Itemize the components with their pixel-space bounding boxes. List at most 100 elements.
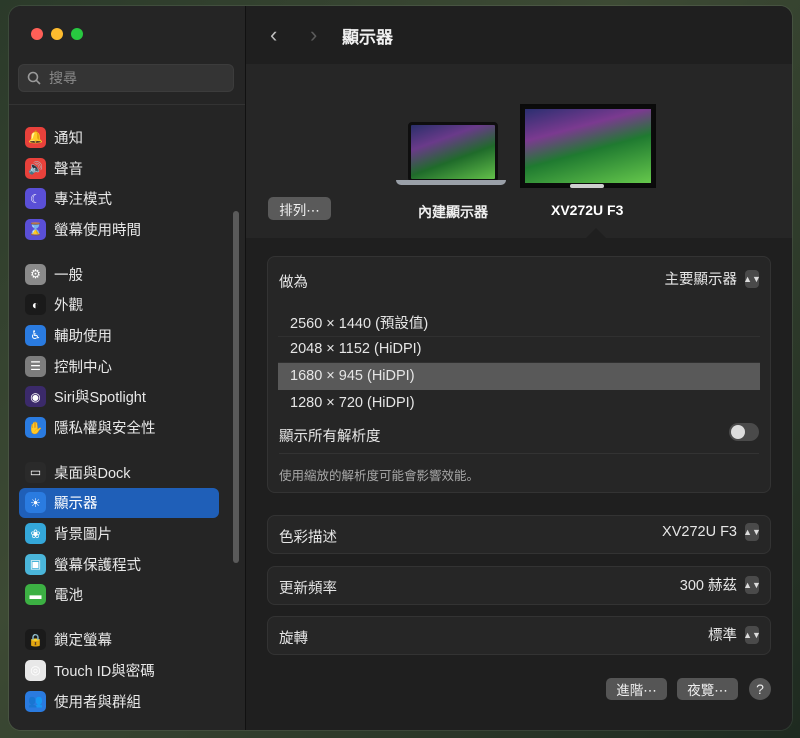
builtin-display-label[interactable]: 內建顯示器: [418, 202, 488, 222]
accessibility-icon: ♿: [25, 324, 46, 346]
sidebar-item[interactable]: ◎ Touch ID與密碼: [19, 655, 219, 686]
show-all-label: 顯示所有解析度: [279, 429, 381, 445]
sidebar-item[interactable]: ⚙ 一般: [19, 259, 219, 290]
sidebar-item-label: 隱私權與安全性: [54, 421, 156, 438]
moon-icon: ☾: [25, 188, 46, 210]
sidebar-divider: [9, 104, 245, 105]
wallpaper-icon: ❀: [25, 523, 46, 545]
toggle-knob: [731, 425, 745, 439]
users-icon: 👥: [25, 690, 46, 712]
minimize-button[interactable]: [51, 28, 63, 40]
scaling-note: 使用縮放的解析度可能會影響效能。: [279, 469, 480, 483]
use-as-row: 做為 主要顯示器 ▲▼: [279, 268, 761, 292]
sidebar-item[interactable]: ◉ Siri與Spotlight: [19, 382, 219, 413]
external-display-screen: [522, 106, 654, 186]
rotation-label: 旋轉: [279, 631, 308, 647]
refresh-rate-popup[interactable]: 300 赫茲 ▲▼: [679, 574, 761, 595]
sidebar-item-label: 聲音: [54, 161, 83, 178]
arrange-button[interactable]: 排列⋯: [268, 197, 331, 220]
rotation-value: 標準: [708, 628, 737, 644]
sidebar-item-label: 鎖定螢幕: [54, 633, 112, 650]
sidebar-item-label: 專注模式: [54, 192, 112, 209]
forward-button[interactable]: ›: [310, 22, 317, 48]
sidebar-item-label: 外觀: [54, 298, 83, 315]
back-button[interactable]: ‹: [270, 22, 277, 48]
search-field[interactable]: [18, 64, 234, 92]
help-button[interactable]: ?: [749, 678, 771, 700]
updown-chevron-icon: ▲▼: [743, 269, 761, 288]
resolution-list: 2560 × 1440 (預設值) 2048 × 1152 (HiDPI) 1680…: [278, 310, 760, 416]
updown-chevron-icon: ▲▼: [743, 625, 761, 644]
updown-chevron-icon: ▲▼: [743, 575, 761, 594]
sidebar-scrollbar[interactable]: [233, 211, 239, 563]
advanced-button[interactable]: 進階⋯: [606, 678, 667, 700]
bell-icon: 🔔: [25, 126, 46, 148]
hourglass-icon: ⌛: [25, 218, 46, 240]
battery-icon: ▬: [25, 584, 46, 606]
control-center-icon: ☰: [25, 355, 46, 377]
divider: [279, 453, 759, 454]
rotation-card: 旋轉 標準 ▲▼: [267, 616, 771, 655]
use-as-popup[interactable]: 主要顯示器 ▲▼: [664, 268, 761, 289]
external-display-label[interactable]: XV272U F3: [551, 202, 623, 218]
speaker-icon: 🔊: [25, 157, 46, 179]
close-button[interactable]: [31, 28, 43, 40]
sidebar-item[interactable]: ☀ 顯示器: [19, 487, 219, 519]
display-settings-card: 做為 主要顯示器 ▲▼ 2560 × 1440 (預設值) 2048 × 1152…: [267, 256, 771, 493]
lock-icon: 🔒: [25, 629, 46, 651]
updown-chevron-icon: ▲▼: [743, 523, 761, 541]
use-as-label: 做為: [279, 275, 308, 291]
resolution-option[interactable]: 2048 × 1152 (HiDPI): [278, 337, 760, 363]
night-shift-button[interactable]: 夜覽⋯: [677, 678, 738, 700]
sidebar-item[interactable]: ☰ 控制中心: [19, 351, 219, 382]
builtin-display-screen: [408, 122, 498, 182]
sidebar-item[interactable]: ♿ 輔助使用: [19, 320, 219, 351]
sidebar-item-label: 桌面與Dock: [54, 465, 131, 482]
sidebar-item[interactable]: 👥 使用者與群組: [19, 686, 219, 717]
resolution-option[interactable]: 1280 × 720 (HiDPI): [278, 390, 760, 417]
sidebar-item-label: Touch ID與密碼: [54, 663, 155, 680]
settings-window: 🔔 通知 🔊 聲音 ☾ 專注模式 ⌛ 螢幕使用時間 ⚙ 一般 ◐ 外觀 ♿ 輔助使用 ☰ 控制中心 ◉ Siri與…: [9, 6, 792, 730]
color-profile-row: 色彩描述 XV272U F3 ▲▼: [279, 523, 761, 547]
sidebar-item[interactable]: 🔔 通知: [19, 122, 219, 153]
dock-icon: ▭: [25, 461, 46, 483]
external-display-thumbnail[interactable]: [522, 106, 654, 196]
monitor-stand: [570, 184, 604, 188]
resolution-option[interactable]: 1680 × 945 (HiDPI): [278, 363, 760, 390]
color-profile-popup[interactable]: XV272U F3 ▲▼: [662, 523, 761, 541]
screensaver-icon: ▣: [25, 553, 46, 575]
sidebar-item[interactable]: ✋ 隱私權與安全性: [19, 412, 219, 443]
use-as-value: 主要顯示器: [664, 272, 738, 288]
window-controls: [31, 28, 83, 40]
zoom-button[interactable]: [71, 28, 83, 40]
display-arrangement: 排列⋯ 內建顯示器 XV272U F3: [246, 64, 792, 238]
builtin-display-thumbnail[interactable]: [396, 122, 506, 192]
refresh-rate-label: 更新頻率: [279, 581, 337, 597]
fingerprint-icon: ◎: [25, 659, 46, 681]
gear-icon: ⚙: [25, 263, 46, 285]
sidebar-item[interactable]: ☾ 專注模式: [19, 183, 219, 214]
sidebar-item[interactable]: ❀ 背景圖片: [19, 518, 219, 549]
search-icon: [27, 71, 41, 85]
resolution-option[interactable]: 2560 × 1440 (預設值): [278, 310, 760, 337]
sidebar: 🔔 通知 🔊 聲音 ☾ 專注模式 ⌛ 螢幕使用時間 ⚙ 一般 ◐ 外觀 ♿ 輔助使用 ☰ 控制中心 ◉ Siri與…: [9, 6, 246, 730]
sidebar-item[interactable]: ⌛ 螢幕使用時間: [19, 214, 219, 245]
hand-icon: ✋: [25, 417, 46, 439]
sidebar-item-label: 一般: [54, 267, 83, 284]
sidebar-item[interactable]: 🔒 鎖定螢幕: [19, 624, 219, 655]
sidebar-item[interactable]: ▬ 電池: [19, 580, 219, 611]
sidebar-item-label: 螢幕使用時間: [54, 222, 141, 239]
sidebar-item[interactable]: 🔊 聲音: [19, 153, 219, 184]
sidebar-item[interactable]: ▭ 桌面與Dock: [19, 457, 219, 488]
refresh-rate-row: 更新頻率 300 赫茲 ▲▼: [279, 574, 761, 598]
toolbar: ‹ › 顯示器: [246, 6, 792, 64]
sidebar-item[interactable]: ◐ 外觀: [19, 289, 219, 320]
sidebar-item-label: 背景圖片: [54, 527, 112, 544]
show-all-toggle[interactable]: [729, 423, 759, 441]
sidebar-item[interactable]: ▣ 螢幕保護程式: [19, 549, 219, 580]
search-input[interactable]: [47, 69, 231, 87]
refresh-rate-value: 300 赫茲: [679, 578, 737, 594]
rotation-popup[interactable]: 標準 ▲▼: [708, 624, 761, 645]
